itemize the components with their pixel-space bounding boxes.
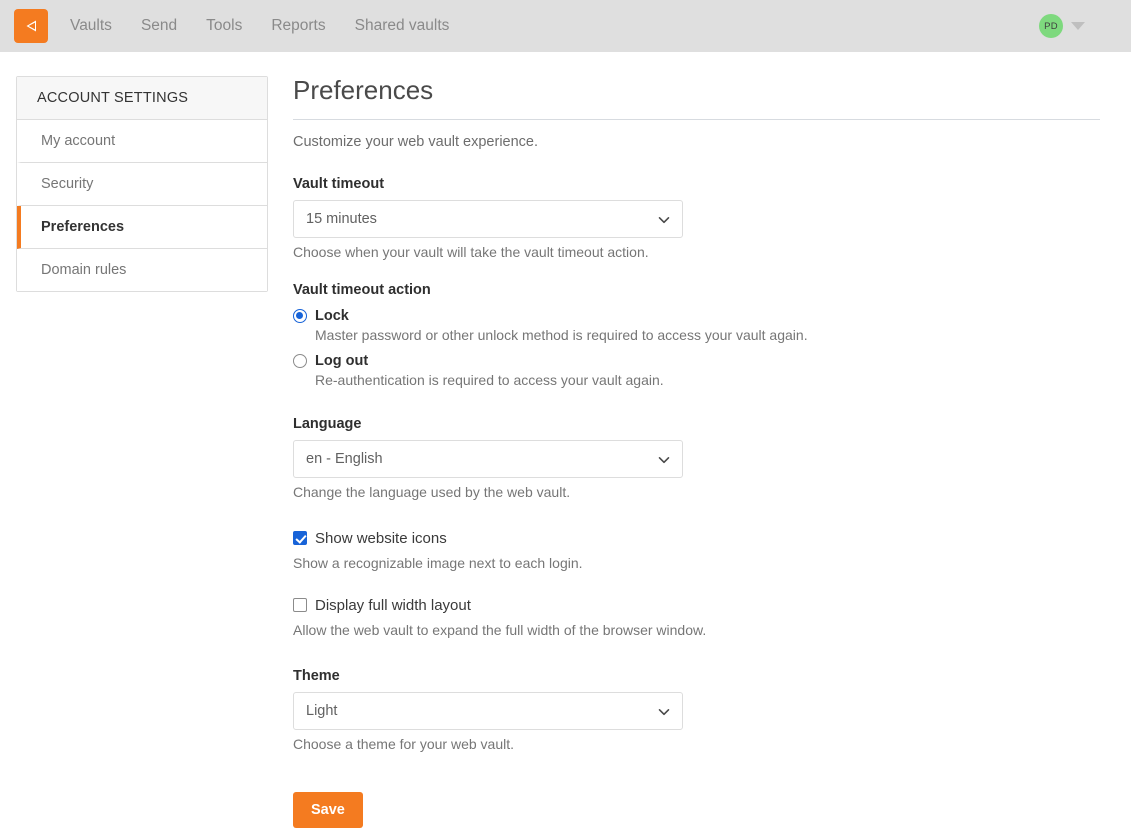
nav-link-reports[interactable]: Reports xyxy=(271,17,325,35)
theme-select[interactable]: Light xyxy=(293,691,683,730)
theme-help: Choose a theme for your web vault. xyxy=(293,735,515,752)
primary-nav: Vaults Send Tools Reports Shared vaults xyxy=(70,17,449,35)
show-website-icons-field: Show website icons Show a recognizable i… xyxy=(293,530,1100,571)
page-title: Preferences xyxy=(293,76,1100,120)
theme-label: Theme xyxy=(293,667,340,684)
radio-option-lock[interactable]: Lock xyxy=(293,308,1100,324)
save-button[interactable]: Save xyxy=(293,791,363,828)
account-menu[interactable]: PD xyxy=(1039,0,1085,52)
language-select-wrapper: en - English xyxy=(293,439,683,478)
radio-log-out-input[interactable] xyxy=(293,353,307,368)
radio-option-log-out[interactable]: Log out xyxy=(293,353,1100,369)
page-subtitle: Customize your web vault experience. xyxy=(293,133,539,150)
language-select[interactable]: en - English xyxy=(293,439,683,478)
show-website-icons-row[interactable]: Show website icons xyxy=(293,530,1100,547)
language-label: Language xyxy=(293,415,362,432)
avatar[interactable]: PD xyxy=(1039,14,1063,38)
show-website-icons-help: Show a recognizable image next to each l… xyxy=(293,554,583,571)
vault-timeout-field: Vault timeout 15 minutes Choose when you… xyxy=(293,176,1100,260)
nav-link-vaults[interactable]: Vaults xyxy=(70,17,112,35)
nav-link-tools[interactable]: Tools xyxy=(206,17,242,35)
show-website-icons-label[interactable]: Show website icons xyxy=(315,530,447,547)
bitwarden-shield-icon[interactable] xyxy=(14,9,48,43)
vault-timeout-label: Vault timeout xyxy=(293,175,385,192)
full-width-layout-help: Allow the web vault to expand the full w… xyxy=(293,621,707,638)
theme-select-wrapper: Light xyxy=(293,691,683,730)
radio-lock-input[interactable] xyxy=(293,308,307,323)
preferences-content: Preferences Customize your web vault exp… xyxy=(268,76,1131,828)
vault-timeout-action-field: Vault timeout action Lock Master passwor… xyxy=(293,282,1100,388)
nav-link-shared-vaults[interactable]: Shared vaults xyxy=(355,17,450,35)
radio-log-out-label[interactable]: Log out xyxy=(315,353,368,369)
nav-link-send[interactable]: Send xyxy=(141,17,177,35)
radio-lock-description: Master password or other unlock method i… xyxy=(315,326,808,343)
page-body: ACCOUNT SETTINGS My account Security Pre… xyxy=(0,52,1131,828)
full-width-layout-checkbox[interactable] xyxy=(293,598,307,613)
sidebar-header: ACCOUNT SETTINGS xyxy=(17,77,267,120)
sidebar-item-security[interactable]: Security xyxy=(17,163,267,206)
vault-timeout-action-label: Vault timeout action xyxy=(293,281,431,298)
vault-timeout-select[interactable]: 15 minutes xyxy=(293,199,683,238)
full-width-layout-label[interactable]: Display full width layout xyxy=(315,597,471,614)
chevron-down-icon[interactable] xyxy=(1071,22,1085,30)
full-width-layout-row[interactable]: Display full width layout xyxy=(293,597,1100,614)
language-field: Language en - English Change the languag… xyxy=(293,416,1100,500)
account-settings-sidebar: ACCOUNT SETTINGS My account Security Pre… xyxy=(16,76,268,292)
language-help: Change the language used by the web vaul… xyxy=(293,483,571,500)
radio-lock-label[interactable]: Lock xyxy=(315,308,349,324)
vault-timeout-help: Choose when your vault will take the vau… xyxy=(293,243,649,260)
radio-log-out-description: Re-authentication is required to access … xyxy=(315,371,664,388)
vault-timeout-select-wrapper: 15 minutes xyxy=(293,199,683,238)
full-width-layout-field: Display full width layout Allow the web … xyxy=(293,597,1100,638)
show-website-icons-checkbox[interactable] xyxy=(293,531,307,546)
sidebar-item-preferences[interactable]: Preferences xyxy=(17,206,267,249)
sidebar-item-domain-rules[interactable]: Domain rules xyxy=(17,249,267,291)
top-navbar: Vaults Send Tools Reports Shared vaults … xyxy=(0,0,1131,52)
theme-field: Theme Light Choose a theme for your web … xyxy=(293,668,1100,752)
sidebar-item-my-account[interactable]: My account xyxy=(17,120,267,163)
